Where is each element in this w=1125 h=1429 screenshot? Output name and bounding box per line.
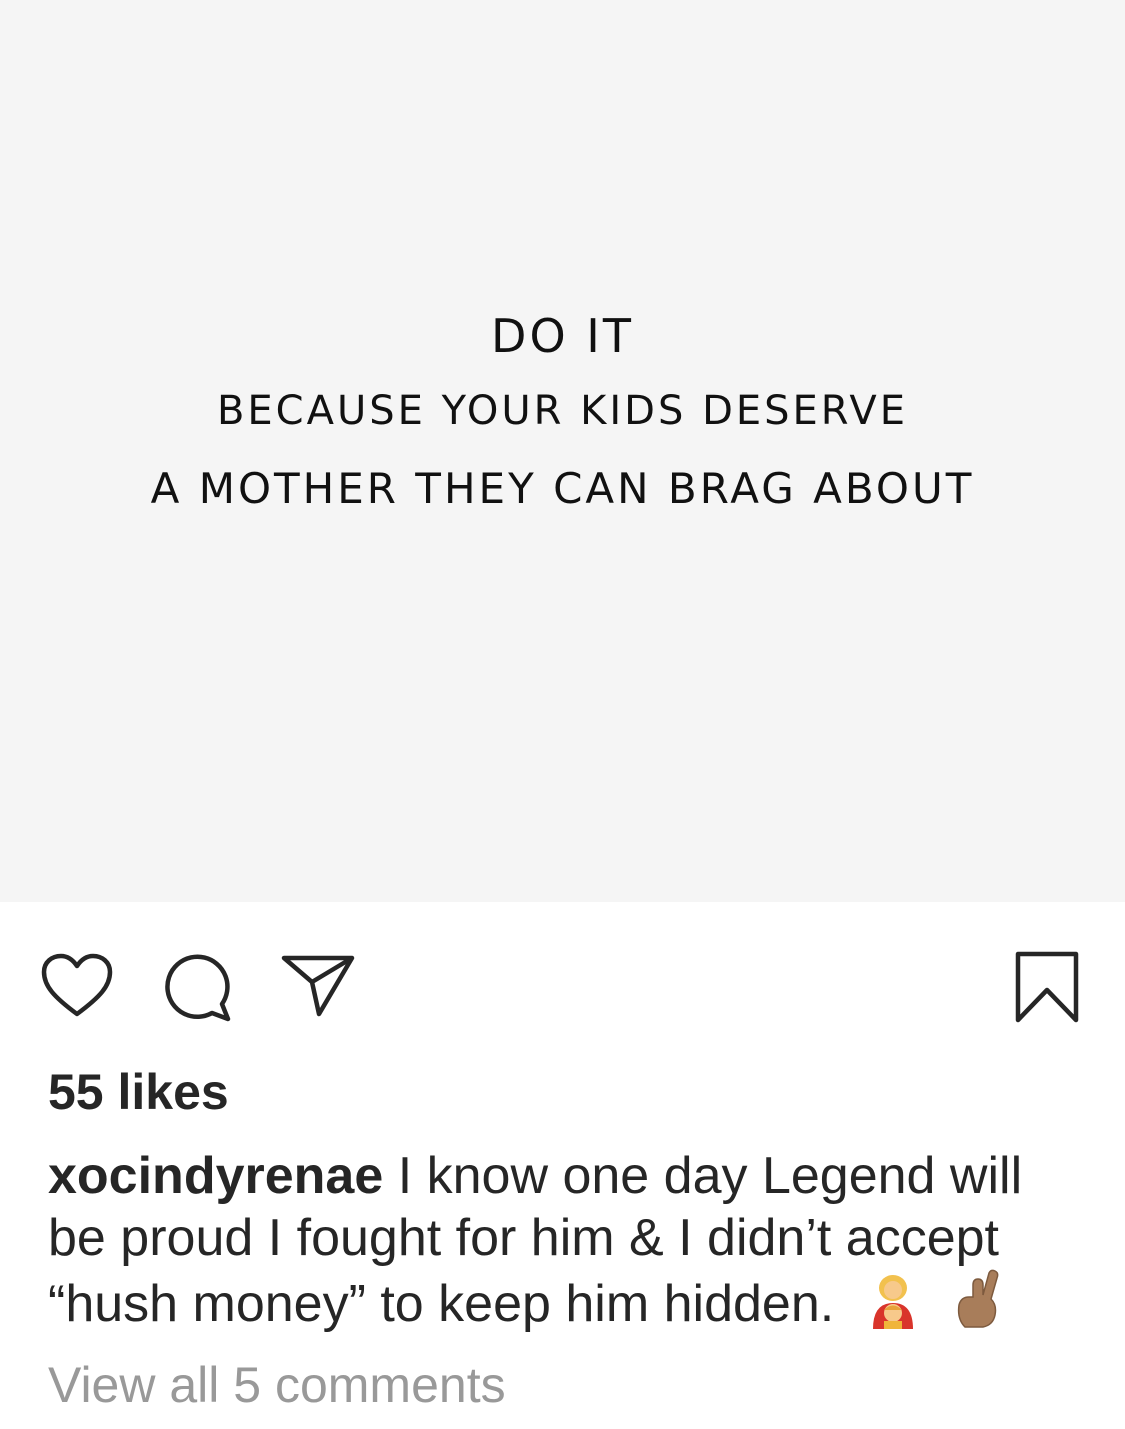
quote-text: DO IT BECAUSE YOUR KIDS DESERVE A MOTHER… — [0, 300, 1125, 528]
bookmark-icon[interactable] — [1014, 950, 1080, 1024]
likes-count[interactable]: 55 likes — [48, 1064, 229, 1120]
quote-line-2: BECAUSE YOUR KIDS DESERVE — [216, 388, 909, 434]
username-link[interactable]: xocindyrenae — [48, 1147, 383, 1205]
view-comments-link[interactable]: View all 5 comments — [48, 1356, 506, 1414]
quote-line-1: DO IT — [491, 309, 634, 363]
post-image[interactable]: DO IT BECAUSE YOUR KIDS DESERVE A MOTHER… — [0, 0, 1125, 902]
instagram-post: DO IT BECAUSE YOUR KIDS DESERVE A MOTHER… — [0, 0, 1125, 1429]
share-icon[interactable] — [280, 950, 356, 1020]
comment-icon[interactable] — [162, 952, 236, 1024]
mother-child-emoji — [867, 1273, 919, 1343]
caption: xocindyrenae I know one day Legend will … — [48, 1145, 1088, 1343]
action-bar — [0, 902, 1125, 1052]
crossed-fingers-emoji — [951, 1269, 1003, 1343]
quote-line-3: A MOTHER THEY CAN BRAG ABOUT — [150, 464, 975, 513]
heart-icon[interactable] — [40, 952, 114, 1020]
